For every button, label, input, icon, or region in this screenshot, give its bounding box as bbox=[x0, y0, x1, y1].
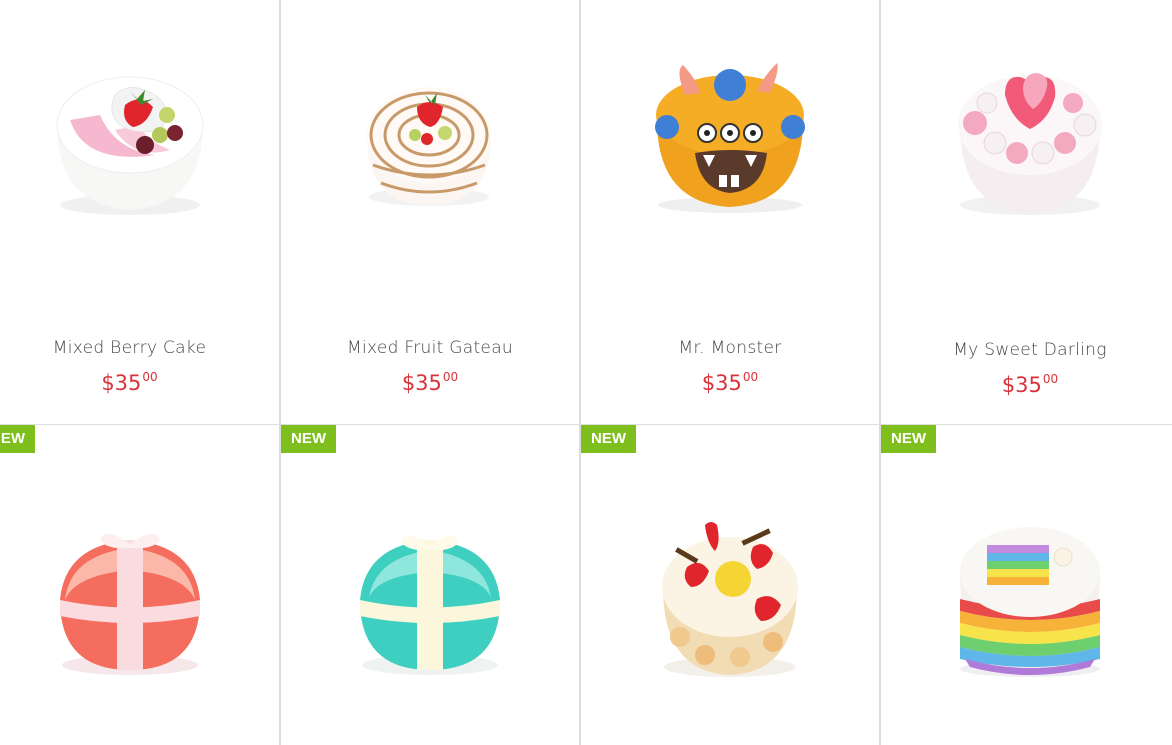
product-card[interactable]: NEW bbox=[579, 425, 879, 745]
cake-fruit-cream-icon[interactable] bbox=[645, 517, 815, 687]
new-badge: NEW bbox=[281, 425, 336, 453]
cake-pink-gift-icon[interactable] bbox=[45, 520, 215, 690]
product-price: $3500 bbox=[581, 370, 879, 395]
product-card[interactable]: NEW bbox=[279, 425, 579, 745]
product-name[interactable]: My Sweet Darling bbox=[881, 340, 1172, 360]
product-card[interactable]: NEW bbox=[0, 425, 279, 745]
product-row-bottom: NEW NEW NEW bbox=[0, 424, 1172, 745]
cake-teal-gift-icon[interactable] bbox=[345, 520, 515, 690]
product-price: $3500 bbox=[881, 372, 1172, 397]
cake-hearts-icon[interactable] bbox=[945, 55, 1115, 225]
product-price: $3500 bbox=[281, 370, 579, 395]
cake-monster-icon[interactable] bbox=[645, 55, 815, 225]
cake-white-berry-icon[interactable] bbox=[45, 55, 215, 225]
cake-rainbow-icon[interactable] bbox=[945, 517, 1115, 687]
product-card-my-sweet-darling[interactable]: My Sweet Darling $3500 bbox=[879, 0, 1172, 424]
price-cents: 00 bbox=[142, 370, 158, 384]
product-name[interactable]: Mixed Fruit Gateau bbox=[281, 338, 579, 358]
product-card[interactable]: NEW bbox=[879, 425, 1172, 745]
price-cents: 00 bbox=[1042, 372, 1059, 386]
product-price: $3500 bbox=[0, 370, 279, 395]
product-grid: Mixed Berry Cake $3500 Mixed Fruit Gatea… bbox=[0, 0, 1172, 745]
price-main: $35 bbox=[1001, 373, 1042, 397]
price-cents: 00 bbox=[442, 370, 459, 384]
cake-swirl-fruit-icon[interactable] bbox=[345, 55, 515, 225]
product-row-top: Mixed Berry Cake $3500 Mixed Fruit Gatea… bbox=[0, 0, 1172, 424]
new-badge: NEW bbox=[581, 425, 636, 453]
product-card-mixed-berry-cake[interactable]: Mixed Berry Cake $3500 bbox=[0, 0, 279, 424]
price-cents: 00 bbox=[742, 370, 759, 384]
product-card-mixed-fruit-gateau[interactable]: Mixed Fruit Gateau $3500 bbox=[279, 0, 579, 424]
new-badge: NEW bbox=[881, 425, 936, 453]
product-name[interactable]: Mr. Monster bbox=[581, 338, 879, 358]
new-badge: NEW bbox=[0, 425, 35, 453]
price-main: $35 bbox=[701, 371, 742, 395]
product-name[interactable]: Mixed Berry Cake bbox=[0, 338, 279, 358]
product-card-mr-monster[interactable]: Mr. Monster $3500 bbox=[579, 0, 879, 424]
price-main: $35 bbox=[401, 371, 442, 395]
price-main: $35 bbox=[101, 371, 142, 395]
